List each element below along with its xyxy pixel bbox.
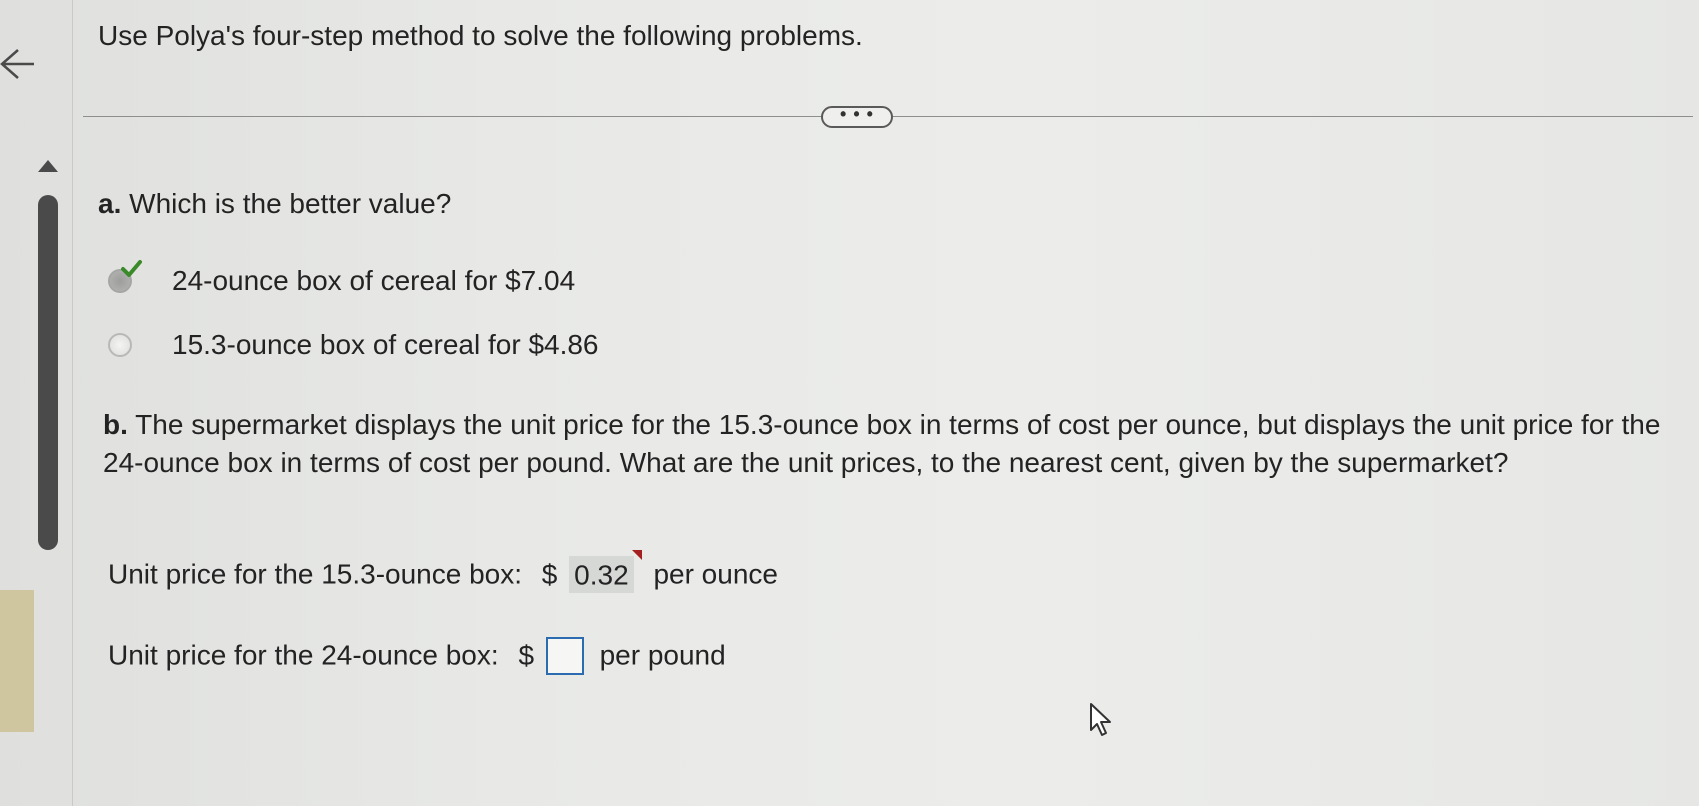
incorrect-flag-icon [631,549,642,560]
answer-row-ounce: Unit price for the 15.3-ounce box: $ 0.3… [108,549,778,594]
currency-symbol: $ [541,558,558,590]
answer-label: Unit price for the 15.3-ounce box: [108,558,523,590]
answer-value: 0.32 [574,559,629,591]
answer-label: Unit price for the 24-ounce box: [108,639,499,671]
question-b-text: The supermarket displays the unit price … [103,409,1661,478]
question-b: b. The supermarket displays the unit pri… [103,406,1663,482]
answer-field-ounce[interactable]: 0.32 [569,549,642,594]
answer-input-pound[interactable] [545,636,584,675]
scrollbar-thumb[interactable] [38,195,58,550]
answer-row-pound: Unit price for the 24-ounce box: $ per p… [108,636,726,675]
scroll-up-arrow-icon[interactable] [38,160,58,172]
unit-label: per pound [599,639,726,671]
question-a-label: a. [98,188,122,219]
radio-button[interactable] [108,333,132,357]
question-a-text: Which is the better value? [129,188,452,219]
side-tab[interactable] [0,590,34,732]
screen: Use Polya's four-step method to solve th… [0,0,1699,806]
mouse-cursor-icon [1090,703,1111,736]
back-arrow-icon[interactable] [0,44,36,84]
more-button[interactable]: • • • [821,105,893,128]
instructions-text: Use Polya's four-step method to solve th… [98,20,863,51]
currency-symbol: $ [518,639,535,671]
question-a: a. Which is the better value? [98,188,451,220]
left-panel-border [72,0,73,806]
question-b-label: b. [103,409,128,440]
option-label: 24-ounce box of cereal for $7.04 [172,265,576,296]
unit-label: per ounce [653,558,778,590]
check-icon [121,260,142,277]
option-label: 15.3-ounce box of cereal for $4.86 [172,329,599,360]
